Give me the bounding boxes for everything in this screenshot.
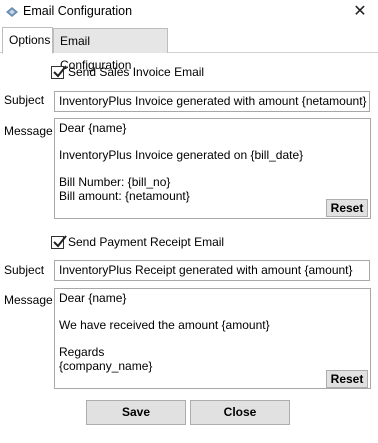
- receipt-subject-input[interactable]: InventoryPlus Receipt generated with amo…: [54, 260, 370, 281]
- receipt-subject-label: Subject: [4, 263, 45, 277]
- close-window-button[interactable]: ✕: [348, 2, 372, 22]
- message-line: Dear {name}: [59, 121, 127, 135]
- message-line: Regards: [59, 345, 105, 360]
- message-line: [59, 163, 366, 177]
- sales-reset-button[interactable]: Reset: [326, 199, 368, 217]
- title-bar: Email Configuration ✕: [0, 0, 378, 24]
- receipt-reset-button[interactable]: Reset: [326, 370, 368, 388]
- tab-strip: Options Email Configuration: [0, 27, 378, 72]
- checkmark-icon: [53, 234, 67, 247]
- send-sales-invoice-checkbox[interactable]: [51, 64, 67, 79]
- message-line: Bill amount: {netamount}: [59, 188, 190, 203]
- message-line: {company_name}: [59, 358, 153, 373]
- sales-message-textarea[interactable]: Dear {name} InventoryPlus Invoice genera…: [54, 118, 371, 219]
- send-payment-receipt-row[interactable]: Send Payment Receipt Email: [51, 234, 224, 250]
- save-button[interactable]: Save: [86, 400, 186, 425]
- send-sales-invoice-label: Send Sales Invoice Email: [68, 65, 205, 79]
- window-title: Email Configuration: [23, 4, 133, 18]
- message-line: We have received the amount {amount}: [59, 318, 270, 333]
- close-button[interactable]: Close: [190, 400, 290, 425]
- message-line: [59, 333, 366, 347]
- sales-message-label: Message: [4, 124, 53, 138]
- app-icon: [5, 6, 19, 18]
- message-line: [59, 136, 366, 150]
- send-payment-receipt-checkbox[interactable]: [51, 234, 67, 249]
- send-sales-invoice-row[interactable]: Send Sales Invoice Email: [51, 64, 204, 80]
- message-line: Bill Number: {bill_no}: [59, 175, 171, 190]
- message-line: InventoryPlus Invoice generated on {bill…: [59, 148, 304, 163]
- receipt-message-label: Message: [4, 293, 53, 307]
- tab-options[interactable]: Options: [2, 27, 53, 54]
- sales-subject-input[interactable]: InventoryPlus Invoice generated with amo…: [54, 91, 370, 112]
- receipt-message-textarea[interactable]: Dear {name} We have received the amount …: [54, 288, 371, 389]
- sales-subject-label: Subject: [4, 93, 45, 107]
- message-line: Dear {name}: [59, 291, 127, 305]
- checkmark-icon: [53, 64, 67, 77]
- send-payment-receipt-label: Send Payment Receipt Email: [68, 235, 225, 249]
- message-line: [59, 306, 366, 320]
- tab-email-configuration[interactable]: Email Configuration: [53, 28, 168, 72]
